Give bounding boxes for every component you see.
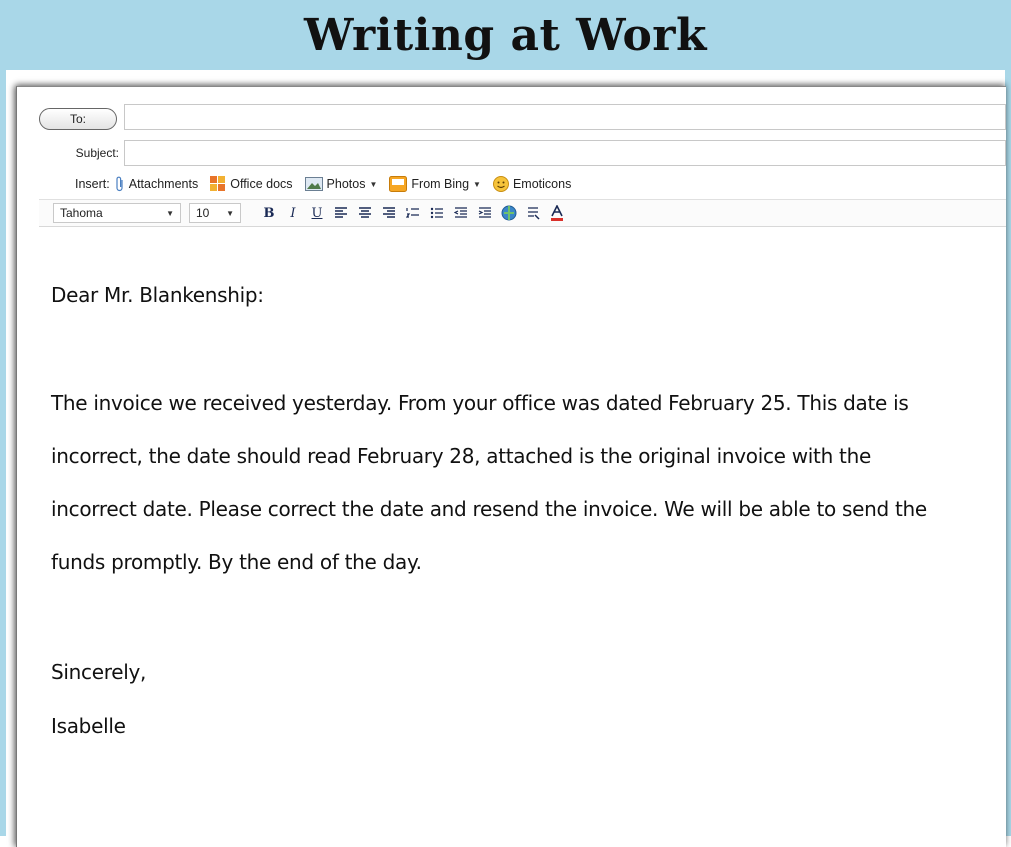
page-title: Writing at Work bbox=[304, 9, 707, 61]
align-center-icon[interactable] bbox=[355, 203, 375, 223]
letter-signature: Isabelle bbox=[51, 714, 126, 738]
highlight-icon[interactable] bbox=[523, 203, 543, 223]
photos-button[interactable]: Photos ▼ bbox=[304, 177, 378, 191]
bold-button[interactable]: B bbox=[259, 203, 279, 223]
office-docs-button[interactable]: Office docs bbox=[210, 176, 293, 192]
to-field[interactable] bbox=[124, 104, 1006, 130]
subject-field[interactable] bbox=[124, 140, 1006, 166]
decrease-indent-icon[interactable] bbox=[451, 203, 471, 223]
from-bing-button[interactable]: From Bing ▼ bbox=[389, 176, 481, 192]
chevron-down-icon: ▼ bbox=[369, 179, 378, 189]
numbered-list-icon[interactable] bbox=[403, 203, 423, 223]
chevron-down-icon: ▼ bbox=[473, 179, 481, 189]
emoticon-icon bbox=[492, 176, 509, 192]
insert-link-icon[interactable] bbox=[499, 203, 519, 223]
photos-icon bbox=[304, 177, 323, 191]
formatting-toolbar: Tahoma ▼ 10 ▼ B I U bbox=[39, 199, 1006, 227]
increase-indent-icon[interactable] bbox=[475, 203, 495, 223]
letter-line-1: The invoice we received yesterday. From … bbox=[51, 391, 909, 415]
compose-header: To: Subject: Insert: Attachments Office … bbox=[17, 87, 1006, 232]
font-size-select[interactable]: 10 ▼ bbox=[189, 203, 241, 223]
align-left-icon[interactable] bbox=[331, 203, 351, 223]
office-docs-label: Office docs bbox=[230, 177, 293, 191]
insert-label: Insert: bbox=[75, 177, 110, 191]
align-right-icon[interactable] bbox=[379, 203, 399, 223]
font-color-icon[interactable] bbox=[547, 203, 567, 223]
office-docs-icon bbox=[210, 176, 226, 192]
emoticons-label: Emoticons bbox=[512, 177, 572, 191]
letter-closing: Sincerely, bbox=[51, 660, 147, 684]
attachments-label: Attachments bbox=[128, 177, 199, 191]
letter-line-3: incorrect date. Please correct the date … bbox=[51, 497, 927, 521]
font-size-value: 10 bbox=[196, 206, 210, 220]
insert-bar: Insert: Attachments Office docs Photos ▼… bbox=[75, 174, 583, 194]
bulleted-list-icon[interactable] bbox=[427, 203, 447, 223]
emoticons-button[interactable]: Emoticons bbox=[492, 176, 572, 192]
letter-line-2: incorrect, the date should read February… bbox=[51, 444, 871, 468]
from-bing-label: From Bing bbox=[411, 177, 470, 191]
paperclip-icon bbox=[115, 176, 125, 192]
chevron-down-icon: ▼ bbox=[226, 208, 234, 218]
font-family-select[interactable]: Tahoma ▼ bbox=[53, 203, 181, 223]
attachments-button[interactable]: Attachments bbox=[115, 176, 198, 192]
title-banner: Writing at Work bbox=[0, 0, 1011, 70]
email-compose-window: To: Subject: Insert: Attachments Office … bbox=[16, 86, 1006, 847]
font-family-value: Tahoma bbox=[60, 206, 103, 220]
italic-button[interactable]: I bbox=[283, 203, 303, 223]
to-button[interactable]: To: bbox=[39, 108, 117, 130]
bing-icon bbox=[389, 176, 408, 192]
letter-line-4: funds promptly. By the end of the day. bbox=[51, 550, 422, 574]
format-buttons: B I U bbox=[259, 203, 571, 223]
letter-greeting: Dear Mr. Blankenship: bbox=[51, 283, 264, 307]
photos-label: Photos bbox=[326, 177, 366, 191]
underline-button[interactable]: U bbox=[307, 203, 327, 223]
subject-label: Subject: bbox=[75, 146, 119, 160]
chevron-down-icon: ▼ bbox=[166, 208, 174, 218]
